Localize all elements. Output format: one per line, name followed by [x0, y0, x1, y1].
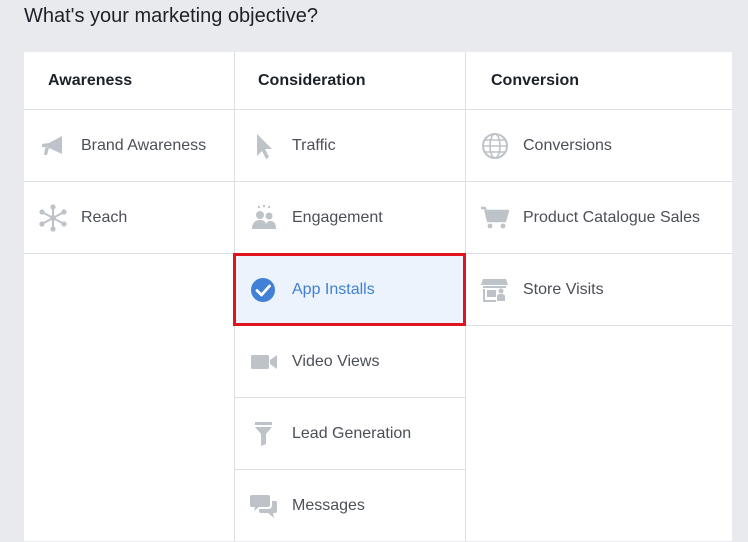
- store-icon: [480, 275, 510, 305]
- objective-reach[interactable]: Reach: [24, 182, 234, 254]
- objective-video-views[interactable]: Video Views: [235, 326, 465, 398]
- objective-messages[interactable]: Messages: [235, 470, 465, 542]
- objective-conversions[interactable]: Conversions: [466, 110, 732, 182]
- objective-brand-awareness[interactable]: Brand Awareness: [24, 110, 234, 182]
- objective-label: Engagement: [292, 209, 383, 226]
- objective-label: Product Catalogue Sales: [523, 209, 700, 226]
- megaphone-icon: [38, 131, 68, 161]
- objective-product-catalogue-sales[interactable]: Product Catalogue Sales: [466, 182, 732, 254]
- objective-store-visits[interactable]: Store Visits: [466, 254, 732, 326]
- objective-label: App Installs: [292, 281, 375, 298]
- objective-label: Brand Awareness: [81, 137, 207, 154]
- page-title: What's your marketing objective?: [24, 5, 318, 27]
- objective-grid: Awareness Brand Awareness Reach Consider…: [24, 52, 732, 541]
- people-icon: [249, 203, 279, 233]
- checkmark-circle-icon: [249, 275, 279, 305]
- objective-traffic[interactable]: Traffic: [235, 110, 465, 182]
- objective-label: Messages: [292, 497, 365, 514]
- cursor-icon: [249, 131, 279, 161]
- shopping-cart-icon: [480, 203, 510, 233]
- chat-bubbles-icon: [249, 491, 279, 521]
- column-awareness: Awareness Brand Awareness Reach: [24, 52, 234, 541]
- objective-label: Store Visits: [523, 281, 604, 298]
- column-consideration: Consideration Traffic Engagement App Ins…: [233, 52, 466, 542]
- objective-label: Video Views: [292, 353, 380, 370]
- objective-label: Reach: [81, 209, 128, 226]
- objective-lead-generation[interactable]: Lead Generation: [235, 398, 465, 470]
- objective-label: Conversions: [523, 137, 612, 154]
- objective-label: Traffic: [292, 137, 336, 154]
- column-conversion: Conversion Conversions Product Catalogue…: [466, 52, 732, 541]
- column-header-awareness: Awareness: [24, 52, 234, 110]
- video-camera-icon: [249, 347, 279, 377]
- objective-engagement[interactable]: Engagement: [235, 182, 465, 254]
- objective-label: Lead Generation: [292, 425, 412, 442]
- globe-icon: [480, 131, 510, 161]
- reach-icon: [38, 203, 68, 233]
- funnel-icon: [249, 419, 279, 449]
- objective-app-installs[interactable]: App Installs: [233, 253, 466, 326]
- column-header-consideration: Consideration: [235, 52, 465, 110]
- column-header-conversion: Conversion: [466, 52, 732, 110]
